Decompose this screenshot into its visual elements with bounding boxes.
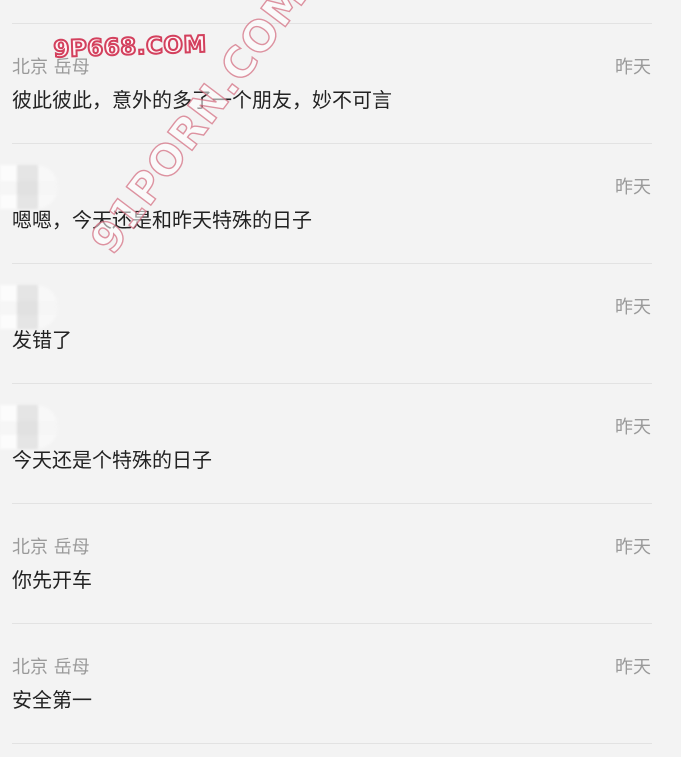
comment-list: 北京 岳母 昨天 彼此彼此，意外的多了一个朋友，妙不可言 昨天 嗯嗯，今天还是和… [0,0,681,757]
avatar [0,165,58,209]
comment-time: 昨天 [615,417,651,438]
comment-text: 嗯嗯，今天还是和昨天特殊的日子 [12,208,312,232]
comment-author: 北京 岳母 [12,57,90,78]
comment-item: 北京 岳母 昨天 彼此彼此，意外的多了一个朋友，妙不可言 [0,23,681,143]
comment-time: 昨天 [615,57,651,78]
comment-time: 昨天 [615,297,651,318]
divider [12,743,652,744]
comment-text: 发错了 [12,328,72,352]
avatar [0,285,58,329]
comment-item: 北京 岳母 昨天 你先开车 [0,503,681,623]
comment-item: 北京 岳母 昨天 安全第一 [0,623,681,743]
comment-author: 北京 岳母 [12,537,90,558]
avatar [0,405,58,449]
comment-time: 昨天 [615,537,651,558]
comment-time: 昨天 [615,657,651,678]
comment-item: 昨天 发错了 [0,263,681,383]
comment-item: 昨天 今天还是个特殊的日子 [0,383,681,503]
comment-time: 昨天 [615,177,651,198]
comment-text: 彼此彼此，意外的多了一个朋友，妙不可言 [12,88,392,112]
comment-text: 今天还是个特殊的日子 [12,448,212,472]
comment-author: 北京 岳母 [12,657,90,678]
comment-text: 你先开车 [12,568,92,592]
comment-text: 安全第一 [12,688,92,712]
comment-item: 昨天 嗯嗯，今天还是和昨天特殊的日子 [0,143,681,263]
